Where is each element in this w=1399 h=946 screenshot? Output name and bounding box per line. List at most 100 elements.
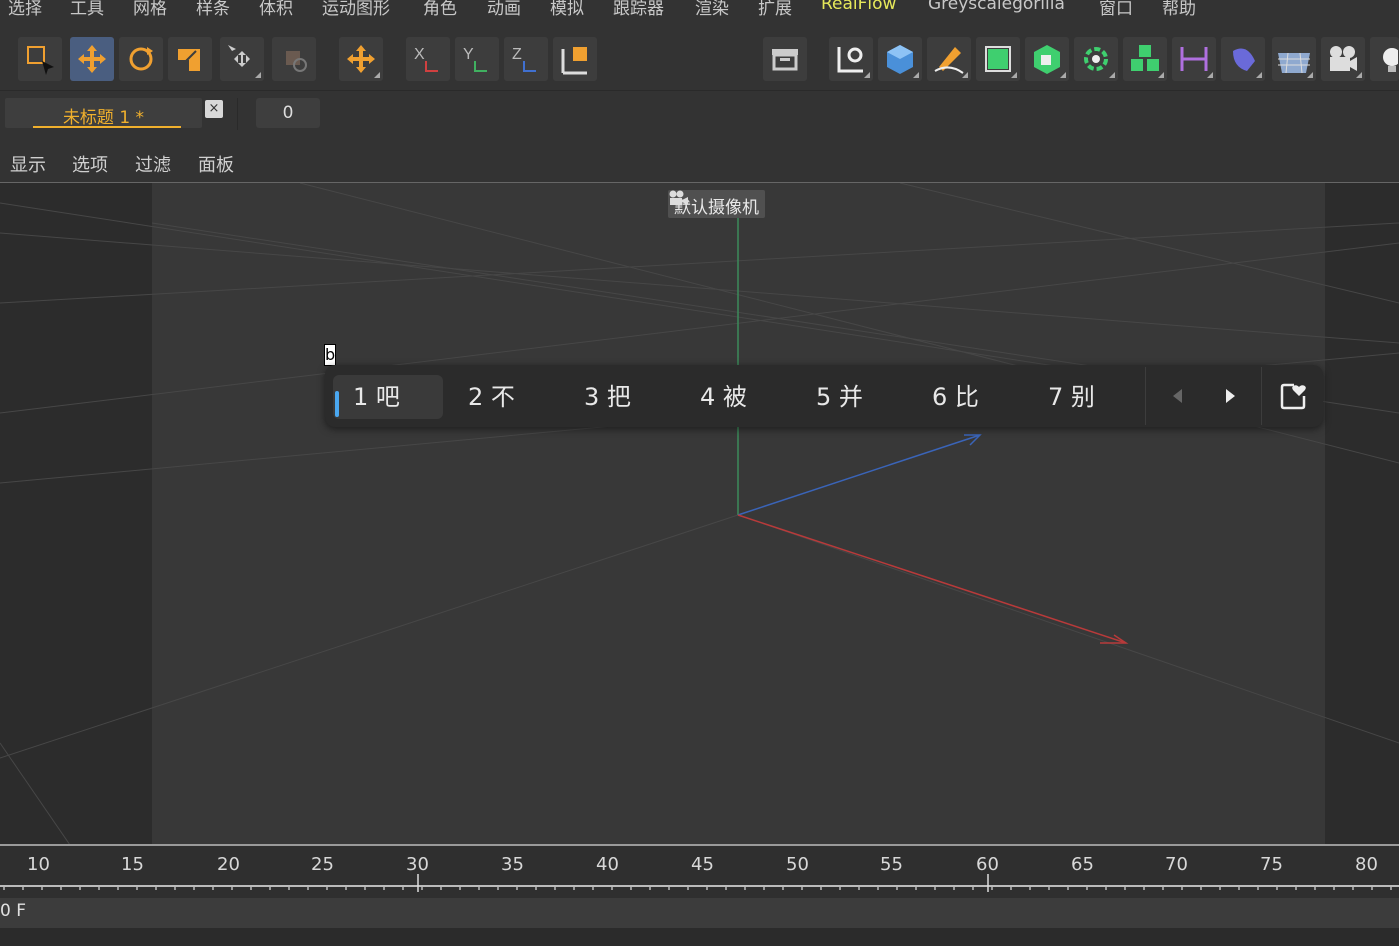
light-icon — [1383, 48, 1398, 72]
render-view-button[interactable] — [763, 37, 807, 81]
extrude-icon — [1034, 45, 1060, 74]
candidate-label: 7 别 — [1048, 383, 1095, 411]
scale-tool-button[interactable] — [168, 37, 212, 81]
ime-divider — [1145, 367, 1146, 425]
field-button[interactable] — [1221, 37, 1265, 81]
menu-spline[interactable]: 样条 — [196, 0, 230, 18]
menu-simulate[interactable]: 模拟 — [550, 0, 584, 18]
camera-icon — [1330, 46, 1357, 71]
menu-tracker[interactable]: 跟踪器 — [613, 0, 664, 18]
candidate-label: 6 比 — [932, 383, 979, 411]
deformer-icon — [1180, 47, 1208, 71]
candidate-label: 2 不 — [468, 383, 515, 411]
cloner-button[interactable] — [1074, 37, 1118, 81]
tick-label: 40 — [596, 854, 619, 875]
move-icon — [78, 45, 106, 73]
ime-candidate-3[interactable]: 3 把 — [572, 375, 631, 419]
svg-text:Z: Z — [512, 46, 522, 63]
transform-tool-button[interactable] — [220, 37, 264, 81]
current-frame-field[interactable]: 0 — [256, 98, 320, 128]
candidate-label: 3 把 — [584, 383, 631, 411]
subdivision-icon — [985, 46, 1011, 72]
3d-viewport[interactable]: 默认摄像机 b 1 吧 2 不 3 把 4 被 5 并 6 比 7 别 — [0, 182, 1399, 844]
menu-help[interactable]: 帮助 — [1162, 0, 1196, 18]
menu-tools[interactable]: 工具 — [70, 0, 104, 18]
ime-candidate-6[interactable]: 6 比 — [920, 375, 979, 419]
ime-candidate-1[interactable]: 1 吧 — [333, 375, 443, 419]
menu-window[interactable]: 窗口 — [1099, 0, 1133, 18]
menu-render[interactable]: 渲染 — [695, 0, 729, 18]
menu-character[interactable]: 角色 — [423, 0, 457, 18]
tick-label: 15 — [121, 854, 144, 875]
tick-label: 25 — [311, 854, 334, 875]
spline-pen-icon — [837, 47, 863, 73]
menu-animate[interactable]: 动画 — [487, 0, 521, 18]
tick-label: 45 — [691, 854, 714, 875]
selection-indicator — [335, 391, 339, 417]
main-menubar: 选择 工具 网格 样条 体积 运动图形 角色 动画 模拟 跟踪器 渲染 扩展 R… — [0, 0, 1399, 18]
coordinate-system-button[interactable] — [553, 37, 597, 81]
camera-label[interactable]: 默认摄像机 — [668, 190, 765, 218]
ime-candidate-5[interactable]: 5 并 — [804, 375, 863, 419]
floor-button[interactable] — [1272, 37, 1316, 81]
move-tool-button[interactable] — [70, 37, 114, 81]
camera-icon — [669, 190, 688, 205]
menu-extensions[interactable]: 扩展 — [758, 0, 792, 18]
pen-tool-button[interactable] — [927, 37, 971, 81]
menu-greyscalegorilla[interactable]: Greyscalegorilla — [928, 0, 1065, 14]
document-tab[interactable]: 未标题 1 * — [5, 98, 202, 128]
viewport-canvas — [0, 183, 1399, 844]
scale-icon — [178, 49, 200, 71]
tick-label: 55 — [880, 854, 903, 875]
candidate-label: 5 并 — [816, 383, 863, 411]
array-icon — [1131, 45, 1159, 71]
ime-candidate-4[interactable]: 4 被 — [688, 375, 747, 419]
rotate-tool-button[interactable] — [119, 37, 163, 81]
ime-candidate-7[interactable]: 7 别 — [1036, 375, 1095, 419]
light-button[interactable] — [1370, 37, 1399, 81]
y-axis-lock-button[interactable]: Y — [455, 37, 499, 81]
viewport-menu-options[interactable]: 选项 — [72, 151, 108, 177]
last-tool-button[interactable] — [272, 37, 316, 81]
close-tab-icon[interactable]: × — [205, 100, 223, 118]
menu-mograph[interactable]: 运动图形 — [322, 0, 390, 18]
spline-pen-button[interactable] — [829, 37, 873, 81]
viewport-menubar: 显示 选项 过滤 面板 — [0, 136, 1399, 182]
cube-icon — [887, 45, 913, 74]
tick-label: 80 — [1355, 854, 1378, 875]
timeline-ruler[interactable]: 10 15 20 25 30 35 40 45 50 55 60 65 70 7… — [0, 844, 1399, 896]
move-axis-button[interactable] — [339, 37, 383, 81]
render-view-icon — [772, 49, 798, 71]
cloner-icon — [1084, 47, 1108, 71]
rotate-icon — [129, 47, 153, 71]
z-axis-icon: Z — [512, 46, 536, 72]
menu-select[interactable]: 选择 — [8, 0, 42, 18]
viewport-menu-display[interactable]: 显示 — [10, 151, 46, 177]
x-axis-lock-button[interactable]: X — [406, 37, 450, 81]
extrude-button[interactable] — [1025, 37, 1069, 81]
z-axis-lock-button[interactable]: Z — [504, 37, 548, 81]
ime-candidate-2[interactable]: 2 不 — [456, 375, 515, 419]
subdivision-button[interactable] — [976, 37, 1020, 81]
menu-mesh[interactable]: 网格 — [133, 0, 167, 18]
timeline-ticks — [0, 874, 1399, 892]
tick-label: 65 — [1071, 854, 1094, 875]
cube-button[interactable] — [878, 37, 922, 81]
viewport-menu-filter[interactable]: 过滤 — [135, 151, 171, 177]
ime-divider — [1261, 367, 1262, 425]
tick-label: 70 — [1165, 854, 1188, 875]
y-axis-icon: Y — [463, 46, 487, 72]
menu-realflow[interactable]: RealFlow — [821, 0, 896, 14]
array-button[interactable] — [1123, 37, 1167, 81]
favorite-heart-icon[interactable] — [1280, 382, 1308, 410]
deformer-button[interactable] — [1172, 37, 1216, 81]
camera-button[interactable] — [1321, 37, 1365, 81]
tick-label: 30 — [406, 854, 429, 875]
svg-text:X: X — [414, 46, 425, 63]
next-page-icon[interactable] — [1224, 387, 1238, 405]
menu-volume[interactable]: 体积 — [259, 0, 293, 18]
viewport-menu-panel[interactable]: 面板 — [198, 151, 234, 177]
prev-page-icon[interactable] — [1170, 387, 1184, 405]
live-selection-button[interactable] — [18, 37, 62, 81]
last-tool-icon — [286, 51, 307, 72]
